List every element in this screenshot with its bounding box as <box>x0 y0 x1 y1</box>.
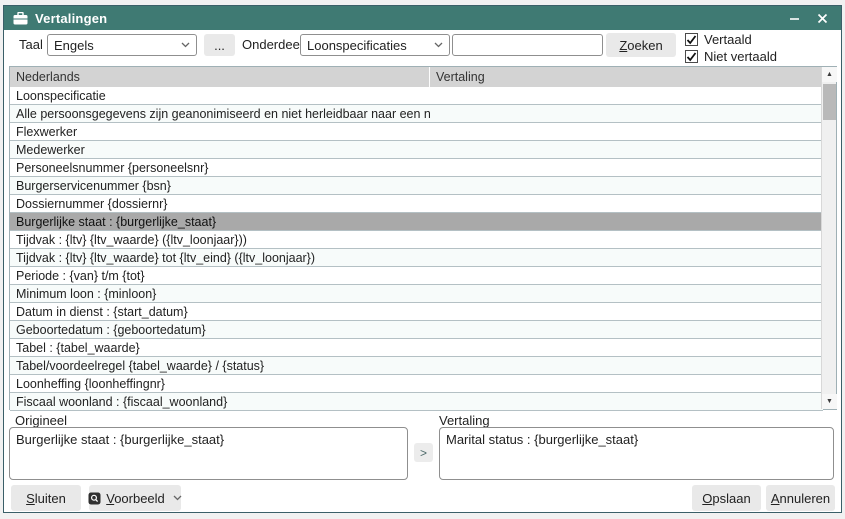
table-row[interactable]: Datum in dienst : {start_datum} <box>10 303 823 321</box>
table-row[interactable]: Tijdvak : {ltv} {ltv_waarde} tot {ltv_ei… <box>10 249 823 267</box>
row-dutch-text: Medewerker <box>10 143 430 157</box>
save-button[interactable]: Opslaan <box>692 485 761 511</box>
close-dialog-button[interactable]: Sluiten <box>11 485 81 511</box>
translation-label: Vertaling <box>439 413 490 428</box>
table-row[interactable]: Flexwerker <box>10 123 823 141</box>
row-dutch-text: Geboortedatum : {geboortedatum} <box>10 323 430 337</box>
copy-to-translation-button[interactable]: > <box>414 443 433 462</box>
preview-button[interactable]: Voorbeeld <box>89 485 181 511</box>
table-row[interactable]: Loonspecificatie <box>10 87 823 105</box>
save-button-label: Opslaan <box>702 491 750 506</box>
chevron-down-icon <box>434 42 443 48</box>
row-dutch-text: Datum in dienst : {start_datum} <box>10 305 430 319</box>
table-row[interactable]: Fiscaal woonland : {fiscaal_woonland} <box>10 393 823 411</box>
table-body: Loonspecificatie Alle persoonsgegevens z… <box>10 87 823 411</box>
table-row[interactable]: Burgerservicenummer {bsn} <box>10 177 823 195</box>
table-row[interactable]: Dossiernummer {dossiernr} <box>10 195 823 213</box>
scrollbar-thumb[interactable] <box>823 84 836 120</box>
table-row[interactable]: Alle persoonsgegevens zijn geanonimiseer… <box>10 105 823 123</box>
table-row[interactable]: Geboortedatum : {geboortedatum} <box>10 321 823 339</box>
column-header-translation: Vertaling <box>430 67 823 87</box>
column-header-dutch: Nederlands <box>10 67 430 87</box>
row-dutch-text: Dossiernummer {dossiernr} <box>10 197 430 211</box>
row-dutch-text: Tijdvak : {ltv} {ltv_waarde} ({ltv_loonj… <box>10 233 430 247</box>
table-row[interactable]: Tabel : {tabel_waarde} <box>10 339 823 357</box>
translations-table: Nederlands Vertaling Loonspecificatie Al… <box>9 66 837 410</box>
section-select-value: Loonspecificaties <box>307 38 430 53</box>
table-row[interactable]: Tijdvak : {ltv} {ltv_waarde} ({ltv_loonj… <box>10 231 823 249</box>
close-button[interactable] <box>811 8 833 28</box>
table-row[interactable]: Burgerlijke staat : {burgerlijke_staat} <box>10 213 823 231</box>
row-dutch-text: Burgerservicenummer {bsn} <box>10 179 430 193</box>
section-label: Onderdeel <box>242 37 303 52</box>
close-dialog-button-label: Sluiten <box>26 491 66 506</box>
translated-checkbox[interactable]: Vertaald <box>685 32 752 47</box>
section-select[interactable]: Loonspecificaties <box>300 34 450 56</box>
translation-textarea[interactable]: Marital status : {burgerlijke_staat} <box>439 427 834 480</box>
row-dutch-text: Flexwerker <box>10 125 430 139</box>
table-header: Nederlands Vertaling <box>10 67 823 87</box>
cancel-button-label: Annuleren <box>771 491 830 506</box>
row-dutch-text: Loonheffing {loonheffingnr} <box>10 377 430 391</box>
scroll-up-icon[interactable]: ▲ <box>822 67 837 82</box>
row-dutch-text: Periode : {van} t/m {tot} <box>10 269 430 283</box>
row-dutch-text: Tabel : {tabel_waarde} <box>10 341 430 355</box>
original-label: Origineel <box>15 413 67 428</box>
window-title: Vertalingen <box>35 11 107 26</box>
search-button-label: Zoeken <box>619 38 662 53</box>
chevron-down-icon <box>173 495 182 501</box>
checkbox-check-icon <box>685 50 698 63</box>
row-dutch-text: Burgerlijke staat : {burgerlijke_staat} <box>10 215 430 229</box>
language-select[interactable]: Engels <box>47 34 197 56</box>
more-languages-button[interactable]: ... <box>204 34 235 56</box>
briefcase-icon <box>13 12 28 25</box>
minimize-button[interactable] <box>783 8 805 28</box>
preview-document-icon <box>88 492 101 505</box>
table-row[interactable]: Loonheffing {loonheffingnr} <box>10 375 823 393</box>
table-row[interactable]: Minimum loon : {minloon} <box>10 285 823 303</box>
row-dutch-text: Tabel/voordeelregel {tabel_waarde} / {st… <box>10 359 430 373</box>
original-textarea[interactable]: Burgerlijke staat : {burgerlijke_staat} <box>9 427 408 480</box>
scroll-down-icon[interactable]: ▼ <box>822 394 837 409</box>
vertical-scrollbar[interactable]: ▲ ▼ <box>821 67 836 409</box>
search-button[interactable]: Zoeken <box>606 33 676 57</box>
search-input[interactable] <box>452 34 603 56</box>
untranslated-checkbox[interactable]: Niet vertaald <box>685 49 777 64</box>
language-select-value: Engels <box>54 38 177 53</box>
row-dutch-text: Alle persoonsgegevens zijn geanonimiseer… <box>10 107 430 121</box>
row-dutch-text: Fiscaal woonland : {fiscaal_woonland} <box>10 395 430 409</box>
cancel-button[interactable]: Annuleren <box>766 485 835 511</box>
checkbox-check-icon <box>685 33 698 46</box>
table-row[interactable]: Tabel/voordeelregel {tabel_waarde} / {st… <box>10 357 823 375</box>
translated-checkbox-label: Vertaald <box>704 32 752 47</box>
titlebar: Vertalingen <box>4 6 841 30</box>
dialog-window: Vertalingen Taal Engels ... Onderdeel Lo… <box>3 5 842 513</box>
chevron-down-icon <box>181 42 190 48</box>
language-label: Taal <box>19 37 43 52</box>
table-row[interactable]: Personeelsnummer {personeelsnr} <box>10 159 823 177</box>
row-dutch-text: Minimum loon : {minloon} <box>10 287 430 301</box>
table-row[interactable]: Medewerker <box>10 141 823 159</box>
preview-button-label: Voorbeeld <box>106 491 165 506</box>
row-dutch-text: Loonspecificatie <box>10 89 430 103</box>
row-dutch-text: Personeelsnummer {personeelsnr} <box>10 161 430 175</box>
table-row[interactable]: Periode : {van} t/m {tot} <box>10 267 823 285</box>
row-dutch-text: Tijdvak : {ltv} {ltv_waarde} tot {ltv_ei… <box>10 251 430 265</box>
untranslated-checkbox-label: Niet vertaald <box>704 49 777 64</box>
